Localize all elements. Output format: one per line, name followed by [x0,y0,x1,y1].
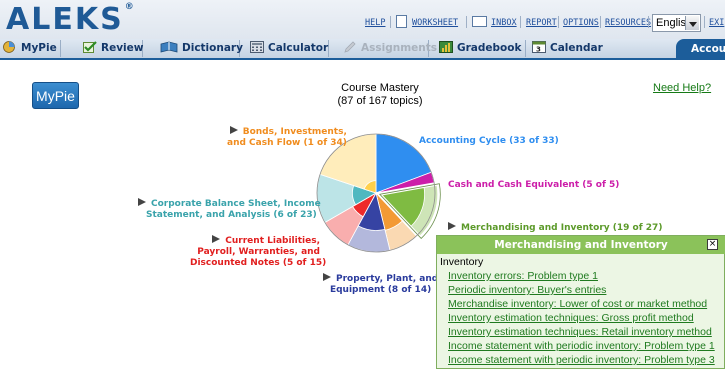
topic-link[interactable]: Inventory estimation techniques: Retail … [448,326,712,338]
pie-label-line: Equipment (8 of 14) [329,285,432,295]
pie-label-line: Current Liabilities, [190,235,320,247]
topic-link[interactable]: Income statement with periodic inventory… [448,340,715,352]
pie-label-bonds[interactable]: Bonds, Investments, and Cash Flow (1 of … [227,126,347,149]
pie-label-current-liabilities[interactable]: Current Liabilities, Payroll, Warranties… [190,235,327,269]
pie-label-line: and Cash Flow (1 of 34) [227,138,347,148]
arrow-icon [212,235,221,243]
topic-popup: Merchandising and Inventory × Inventory … [436,235,725,369]
pie-label-line: Corporate Balance Sheet, Income [138,198,321,210]
pie-label-line: Property, Plant, and [323,273,438,285]
pie-label-line: Bonds, Investments, [227,126,347,138]
pie-label-corporate[interactable]: Corporate Balance Sheet, Income Statemen… [138,198,321,221]
arrow-icon [229,126,238,134]
pie-label-line: Discounted Notes (5 of 15) [190,258,327,268]
pie-label-accounting-cycle[interactable]: Accounting Cycle (33 of 33) [419,136,559,147]
pie-label-property[interactable]: Property, Plant, and Equipment (8 of 14) [323,273,438,296]
topic-link[interactable]: Inventory errors: Problem type 1 [448,270,598,282]
topic-link[interactable]: Periodic inventory: Buyer's entries [448,284,606,296]
pie-label-merchandising[interactable]: Merchandising and Inventory (19 of 27) [448,222,662,234]
close-icon[interactable]: × [707,239,718,250]
pie-label-cash[interactable]: Cash and Cash Equivalent (5 of 5) [448,180,619,191]
arrow-icon [138,198,146,206]
topic-link[interactable]: Income statement with periodic inventory… [448,354,715,366]
popup-subtitle: Inventory [440,256,484,268]
popup-title: Merchandising and Inventory [437,236,725,254]
topic-link[interactable]: Inventory estimation techniques: Gross p… [448,312,694,324]
pie-label-line: Payroll, Warranties, and [197,247,320,257]
arrow-icon [448,222,456,230]
pie-label-line: Statement, and Analysis (6 of 23) [146,210,317,220]
topic-link[interactable]: Merchandise inventory: Lower of cost or … [448,298,707,310]
arrow-icon [323,273,331,281]
